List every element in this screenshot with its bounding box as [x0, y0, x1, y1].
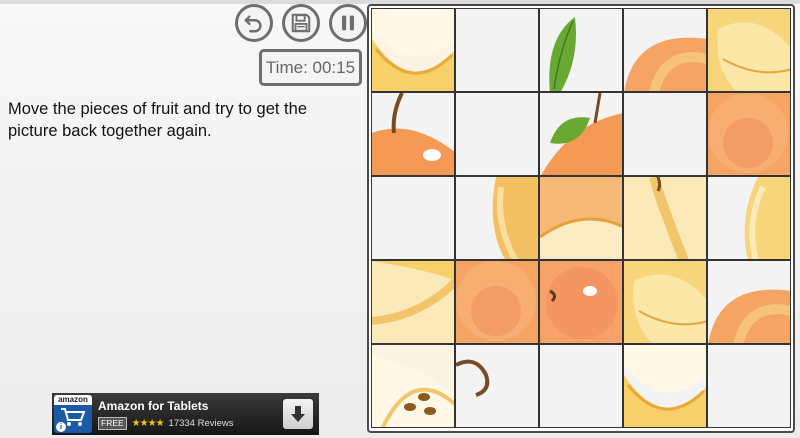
- puzzle-tile[interactable]: [539, 344, 623, 428]
- timer-display: Time: 00:15: [259, 49, 362, 86]
- control-bar: [235, 4, 367, 42]
- puzzle-tile[interactable]: [707, 260, 791, 344]
- puzzle-tile[interactable]: [455, 8, 539, 92]
- ad-title: Amazon for Tablets: [98, 399, 209, 413]
- puzzle-tile[interactable]: [539, 8, 623, 92]
- floppy-disk-icon: [291, 13, 311, 33]
- puzzle-tile[interactable]: [371, 344, 455, 428]
- puzzle-tile[interactable]: [539, 92, 623, 176]
- puzzle-tile[interactable]: [371, 92, 455, 176]
- puzzle-tile[interactable]: [623, 260, 707, 344]
- rating-stars: ★★★★: [131, 418, 165, 429]
- info-icon[interactable]: i: [56, 422, 66, 432]
- download-arrow-icon: [291, 406, 305, 422]
- puzzle-tile[interactable]: [455, 92, 539, 176]
- puzzle-tile[interactable]: [623, 8, 707, 92]
- puzzle-tile[interactable]: [707, 8, 791, 92]
- puzzle-tile[interactable]: [371, 176, 455, 260]
- puzzle-board: [367, 4, 795, 433]
- puzzle-tile[interactable]: [455, 176, 539, 260]
- undo-button[interactable]: [235, 4, 273, 42]
- puzzle-grid: [371, 8, 791, 428]
- puzzle-tile[interactable]: [623, 344, 707, 428]
- undo-arrow-icon: [244, 15, 262, 33]
- pause-button[interactable]: [329, 4, 367, 42]
- ad-text-block: Amazon for Tablets FREE ★★★★ 17334 Revie…: [98, 398, 283, 430]
- puzzle-tile[interactable]: [455, 344, 539, 428]
- puzzle-tile[interactable]: [707, 92, 791, 176]
- puzzle-tile[interactable]: [371, 260, 455, 344]
- review-count: 17334 Reviews: [168, 418, 234, 429]
- amazon-logo: amazon i: [54, 395, 92, 433]
- puzzle-tile[interactable]: [539, 176, 623, 260]
- amazon-logo-text: amazon: [54, 395, 92, 405]
- puzzle-tile[interactable]: [623, 176, 707, 260]
- ad-download-button[interactable]: [283, 399, 313, 429]
- puzzle-tile[interactable]: [707, 176, 791, 260]
- puzzle-tile[interactable]: [623, 92, 707, 176]
- pause-icon: [342, 15, 354, 31]
- save-button[interactable]: [282, 4, 320, 42]
- puzzle-tile[interactable]: [371, 8, 455, 92]
- puzzle-tile[interactable]: [539, 260, 623, 344]
- ad-subline: FREE ★★★★ 17334 Reviews: [98, 417, 283, 430]
- puzzle-tile[interactable]: [707, 344, 791, 428]
- puzzle-tile[interactable]: [455, 260, 539, 344]
- free-badge: FREE: [98, 417, 127, 430]
- instructions-text: Move the pieces of fruit and try to get …: [8, 100, 307, 140]
- ad-banner[interactable]: amazon i Amazon for Tablets FREE ★★★★ 17…: [52, 393, 319, 435]
